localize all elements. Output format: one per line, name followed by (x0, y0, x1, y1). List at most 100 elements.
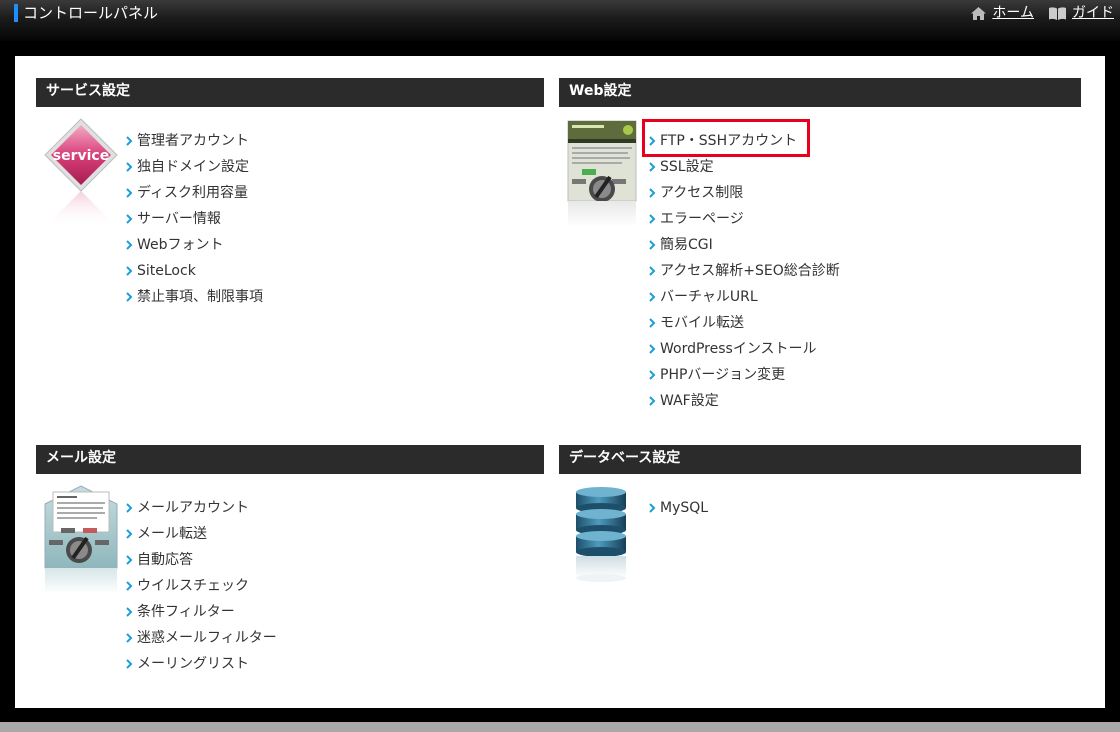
chevron-right-icon (649, 503, 656, 513)
menu-item-label: バーチャルURL (660, 289, 758, 305)
service-settings-header: サービス設定 (36, 78, 544, 107)
menu-item-admin-account[interactable]: 管理者アカウント (124, 128, 263, 154)
chevron-right-icon (649, 214, 656, 224)
menu-item-disk-usage[interactable]: ディスク利用容量 (124, 180, 263, 206)
menu-item-mysql[interactable]: MySQL (647, 495, 708, 521)
highlight-box (642, 119, 810, 157)
chevron-right-icon (126, 292, 133, 302)
chevron-right-icon (126, 266, 133, 276)
menu-item-label: MySQL (660, 500, 709, 516)
menu-item-mailing-list[interactable]: メーリングリスト (124, 651, 277, 677)
menu-item-label: 禁止事項、制限事項 (137, 289, 263, 305)
menu-item-label: メール転送 (137, 526, 207, 542)
menu-item-mobile-forwarding[interactable]: モバイル転送 (647, 310, 840, 336)
menu-item-label: 独自ドメイン設定 (137, 159, 249, 175)
chevron-right-icon (649, 266, 656, 276)
control-panel: サービス設定 service 管理者アカウント 独自ドメイン設定 ディスク利用容… (15, 56, 1105, 708)
menu-item-ssl-settings[interactable]: SSL設定 (647, 154, 840, 180)
menu-item-label: WAF設定 (660, 393, 719, 409)
chevron-right-icon (649, 344, 656, 354)
chevron-right-icon (126, 555, 133, 565)
page-title: コントロールパネル (23, 4, 159, 22)
menu-item-label: メールアカウント (137, 500, 249, 516)
menu-item-label: サーバー情報 (137, 211, 221, 227)
chevron-right-icon (649, 396, 656, 406)
service-image: service (43, 117, 119, 233)
home-link[interactable]: ホーム (970, 4, 1034, 23)
database-image (566, 484, 638, 600)
database-settings-header: データベース設定 (559, 445, 1081, 474)
menu-item-web-fonts[interactable]: Webフォント (124, 232, 263, 258)
menu-item-label: 迷惑メールフィルター (137, 630, 277, 646)
top-links: ホーム ガイド (956, 4, 1114, 23)
chevron-right-icon (649, 370, 656, 380)
service-settings-list: 管理者アカウント 独自ドメイン設定 ディスク利用容量 サーバー情報 Webフォン… (124, 128, 263, 310)
menu-item-label: メーリングリスト (137, 656, 249, 672)
mail-settings-header: メール設定 (36, 445, 544, 474)
chevron-right-icon (126, 659, 133, 669)
chevron-right-icon (649, 162, 656, 172)
home-link-label: ホーム (992, 5, 1034, 21)
mail-settings-section: メール設定 メールアカウント メール転送 自動応答 ウイルスチェック 条件フィル… (36, 445, 544, 672)
menu-item-virtual-url[interactable]: バーチャルURL (647, 284, 840, 310)
menu-item-label: アクセス制限 (660, 185, 744, 201)
web-settings-list: FTP・SSHアカウント SSL設定 アクセス制限 エラーページ 簡易CGI ア… (647, 128, 840, 414)
menu-item-label: Webフォント (137, 237, 224, 253)
menu-item-label: 管理者アカウント (137, 133, 249, 149)
menu-item-label: 簡易CGI (660, 237, 713, 253)
menu-item-domain-settings[interactable]: 独自ドメイン設定 (124, 154, 263, 180)
menu-item-error-page[interactable]: エラーページ (647, 206, 840, 232)
menu-item-auto-reply[interactable]: 自動応答 (124, 547, 277, 573)
menu-item-condition-filter[interactable]: 条件フィルター (124, 599, 277, 625)
menu-item-access-restriction[interactable]: アクセス制限 (647, 180, 840, 206)
chevron-right-icon (126, 633, 133, 643)
chevron-right-icon (649, 292, 656, 302)
menu-item-access-analytics-seo[interactable]: アクセス解析+SEO総合診断 (647, 258, 840, 284)
service-image-label: service (53, 148, 109, 164)
menu-item-label: エラーページ (660, 211, 744, 227)
menu-item-label: 条件フィルター (137, 604, 235, 620)
menu-item-mail-account[interactable]: メールアカウント (124, 495, 277, 521)
web-settings-image (566, 117, 638, 233)
menu-item-server-info[interactable]: サーバー情報 (124, 206, 263, 232)
chevron-right-icon (126, 136, 133, 146)
menu-item-virus-check[interactable]: ウイルスチェック (124, 573, 277, 599)
menu-item-php-version[interactable]: PHPバージョン変更 (647, 362, 840, 388)
mail-settings-image (43, 484, 119, 600)
guide-link-label: ガイド (1072, 5, 1114, 21)
menu-item-waf-settings[interactable]: WAF設定 (647, 388, 840, 414)
top-bar: コントロールパネル ホーム ガイド (0, 0, 1120, 41)
menu-item-restrictions[interactable]: 禁止事項、制限事項 (124, 284, 263, 310)
chevron-right-icon (126, 162, 133, 172)
bottom-bar (0, 722, 1120, 732)
menu-item-simple-cgi[interactable]: 簡易CGI (647, 232, 840, 258)
database-settings-list: MySQL (647, 495, 708, 521)
chevron-right-icon (126, 240, 133, 250)
menu-item-label: アクセス解析+SEO総合診断 (660, 263, 840, 279)
menu-item-label: SSL設定 (660, 159, 714, 175)
menu-item-label: SiteLock (137, 263, 196, 279)
web-settings-header: Web設定 (559, 78, 1081, 107)
menu-item-sitelock[interactable]: SiteLock (124, 258, 263, 284)
menu-item-label: モバイル転送 (660, 315, 744, 331)
chevron-right-icon (649, 240, 656, 250)
chevron-right-icon (126, 503, 133, 513)
chevron-right-icon (126, 581, 133, 591)
menu-item-mail-forwarding[interactable]: メール転送 (124, 521, 277, 547)
chevron-right-icon (126, 529, 133, 539)
title-accent (14, 4, 18, 22)
mail-settings-list: メールアカウント メール転送 自動応答 ウイルスチェック 条件フィルター 迷惑メ… (124, 495, 277, 677)
menu-item-spam-filter[interactable]: 迷惑メールフィルター (124, 625, 277, 651)
guide-link[interactable]: ガイド (1048, 4, 1114, 23)
service-settings-section: サービス設定 service 管理者アカウント 独自ドメイン設定 ディスク利用容… (36, 78, 544, 305)
home-icon (971, 7, 987, 20)
chevron-right-icon (649, 318, 656, 328)
chevron-right-icon (126, 188, 133, 198)
menu-item-wordpress-install[interactable]: WordPressインストール (647, 336, 840, 362)
web-settings-section: Web設定 FTP・SSHアカウント SSL設定 アクセス制限 エラーページ 簡… (559, 78, 1081, 409)
chevron-right-icon (126, 214, 133, 224)
chevron-right-icon (649, 188, 656, 198)
chevron-right-icon (126, 607, 133, 617)
database-settings-section: データベース設定 MySQL (559, 445, 1081, 582)
menu-item-label: 自動応答 (137, 552, 193, 568)
